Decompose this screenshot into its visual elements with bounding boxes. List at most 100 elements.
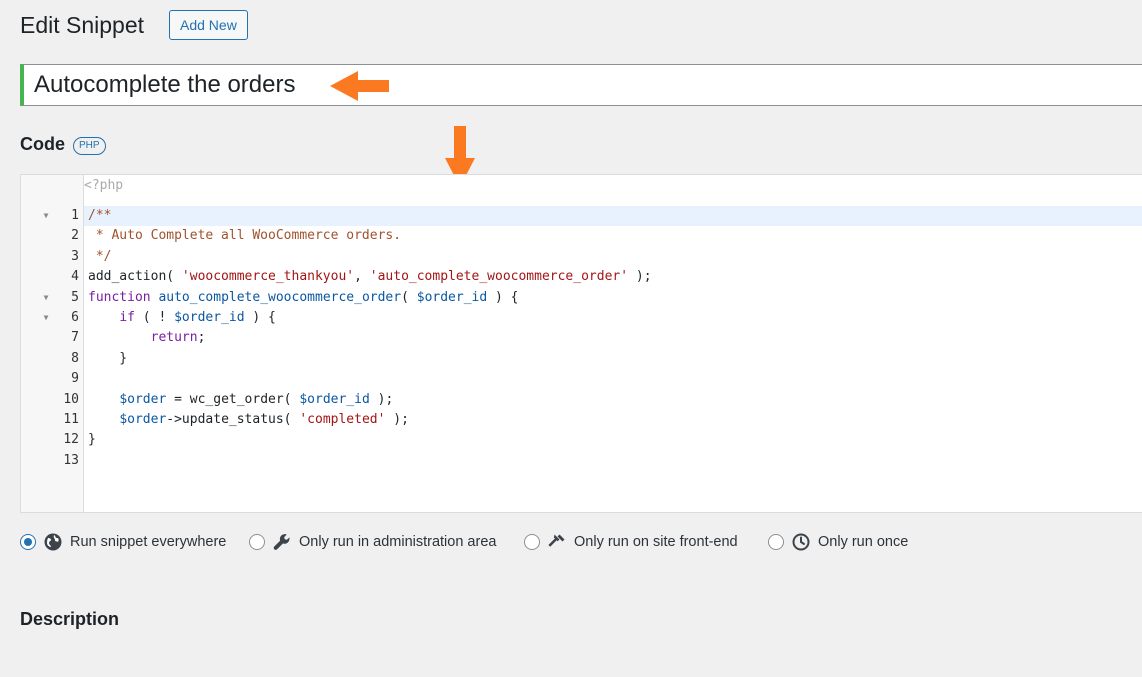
code-line: 7 return;	[21, 328, 1142, 348]
line-code: add_action( 'woocommerce_thankyou', 'aut…	[84, 267, 1142, 287]
line-number: 9	[71, 371, 79, 387]
scope-radio[interactable]	[249, 534, 265, 550]
scope-option-label: Only run on site front-end	[574, 534, 738, 550]
code-token: $order_id	[299, 391, 370, 407]
code-line: 12}	[21, 430, 1142, 450]
code-line: ▼ 6 if ( ! $order_id ) {	[21, 308, 1142, 328]
code-line: 3 */	[21, 247, 1142, 267]
scope-option[interactable]: Only run once	[768, 531, 908, 553]
scope-radio[interactable]	[768, 534, 784, 550]
fold-toggle-icon[interactable]: ▼	[41, 206, 51, 226]
code-token: return	[150, 330, 198, 346]
code-token: * Auto Complete all WooCommerce orders.	[88, 228, 402, 244]
line-number: 12	[63, 432, 79, 448]
line-number: 6	[71, 310, 79, 325]
line-number: 7	[71, 330, 79, 346]
line-number: 3	[71, 248, 79, 264]
code-token: (	[401, 289, 417, 305]
code-token: auto_complete_woocommerce_order	[158, 289, 402, 305]
line-number: 1	[71, 208, 79, 223]
line-code: if ( ! $order_id ) {	[84, 308, 1142, 328]
annotation-arrow-left-icon	[330, 71, 389, 101]
scope-option[interactable]: Only run in administration area	[249, 531, 496, 553]
code-token: );	[369, 391, 394, 407]
code-line: 11 $order->update_status( 'completed' );	[21, 410, 1142, 430]
code-token: );	[628, 269, 652, 285]
scope-option-label: Only run in administration area	[299, 534, 497, 550]
line-code: return;	[84, 328, 1142, 348]
code-section-heading: Code	[20, 134, 65, 154]
code-line: 10 $order = wc_get_order( $order_id );	[21, 390, 1142, 410]
code-token: 'woocommerce_thankyou'	[181, 269, 355, 285]
scope-option-label: Run snippet everywhere	[70, 534, 227, 550]
code-token: $order_id	[174, 310, 245, 325]
scope-option[interactable]: Run snippet everywhere	[20, 531, 226, 553]
hammer-icon	[548, 533, 566, 551]
description-heading: Description	[20, 609, 120, 629]
code-line: 4 add_action( 'woocommerce_thankyou', 'au…	[21, 267, 1142, 287]
line-number: 8	[71, 350, 79, 366]
code-token: ( !	[134, 310, 175, 325]
line-number: 13	[63, 452, 79, 468]
code-token: ,	[354, 269, 370, 285]
language-badge: PHP	[73, 137, 106, 155]
code-token: add_action(	[88, 269, 182, 285]
code-line: 13	[21, 451, 1142, 471]
code-token: ->update_status(	[166, 412, 300, 427]
code-line: ▼ 1 /**	[21, 206, 1142, 227]
code-token: ) {	[487, 289, 519, 305]
line-number: 2	[71, 228, 79, 244]
code-token: if	[119, 310, 135, 325]
globe-icon	[44, 533, 62, 551]
code-token: );	[385, 412, 409, 427]
scope-option[interactable]: Only run on site front-end	[524, 531, 738, 553]
line-code: }	[84, 430, 1142, 450]
code-token: ;	[197, 330, 206, 346]
wrench-icon	[273, 533, 291, 551]
line-number: 11	[63, 412, 79, 427]
line-number: 5	[71, 289, 79, 305]
line-code: */	[84, 247, 1142, 267]
line-code: function auto_complete_woocommerce_order…	[84, 288, 1142, 308]
code-token: function	[88, 289, 151, 305]
code-line: 8 }	[21, 349, 1142, 369]
code-token: /**	[88, 208, 112, 223]
code-token: */	[88, 248, 112, 264]
line-code: }	[84, 349, 1142, 369]
fold-toggle-icon[interactable]: ▼	[41, 288, 51, 308]
code-line: 2 * Auto Complete all WooCommerce orders…	[21, 226, 1142, 246]
code-token: }	[88, 432, 96, 448]
line-code: /**	[84, 206, 1142, 227]
line-code: $order = wc_get_order( $order_id );	[84, 390, 1142, 410]
code-token: $order	[119, 391, 167, 407]
code-token: = wc_get_order(	[166, 391, 300, 407]
code-editor[interactable]: <?php ▼ 1 /** 2 * Auto Complete all WooComm…	[20, 174, 1142, 513]
fold-toggle-icon[interactable]: ▼	[41, 308, 51, 328]
line-code: $order->update_status( 'completed' );	[84, 410, 1142, 430]
scope-radio[interactable]	[524, 534, 540, 550]
code-line: ▼ 5 function auto_complete_woocommerce_ord…	[21, 288, 1142, 308]
code-token: 'completed'	[299, 412, 386, 427]
code-line: 9	[21, 369, 1142, 389]
line-code: * Auto Complete all WooCommerce orders.	[84, 226, 1142, 246]
line-number: 10	[63, 391, 79, 407]
code-token: ) {	[244, 310, 276, 325]
clock-icon	[792, 533, 810, 551]
page-title: Edit Snippet	[20, 12, 145, 38]
php-open-tag: <?php	[84, 178, 124, 193]
scope-radio[interactable]	[20, 534, 36, 550]
code-token: }	[88, 350, 128, 366]
add-new-button[interactable]: Add New	[169, 10, 248, 40]
code-token: $order_id	[416, 289, 488, 305]
snippet-title-input[interactable]	[20, 64, 1142, 106]
scope-option-label: Only run once	[818, 534, 909, 550]
code-token: $order	[119, 412, 167, 427]
line-number: 4	[71, 269, 79, 285]
code-token: 'auto_complete_woocommerce_order'	[369, 269, 629, 285]
